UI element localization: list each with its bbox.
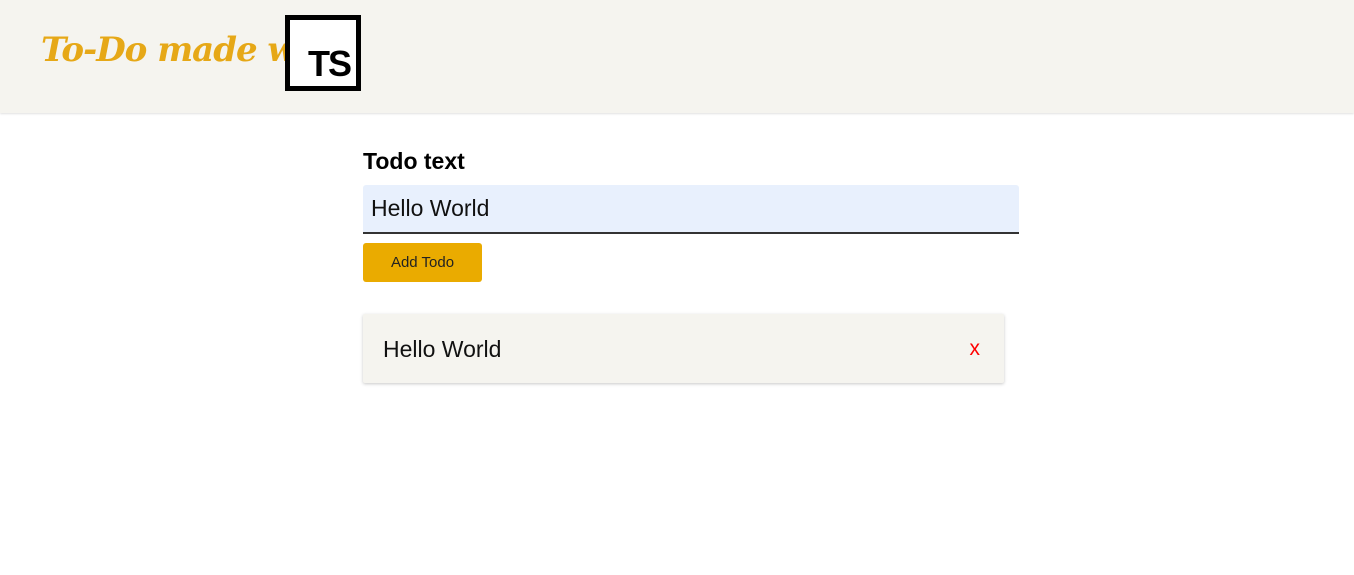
app-header: To-Do made with TS [0,0,1354,113]
typescript-logo-text: TS [307,43,352,84]
todo-list: Hello World x [363,314,1004,383]
typescript-logo: TS [285,15,361,91]
add-todo-button[interactable]: Add Todo [363,243,482,282]
todo-text-input[interactable] [363,185,1019,234]
todo-item-text: Hello World [383,336,502,362]
todo-text-label: Todo text [363,148,465,174]
todo-item: Hello World x [363,314,1004,383]
delete-todo-button[interactable]: x [970,338,981,359]
